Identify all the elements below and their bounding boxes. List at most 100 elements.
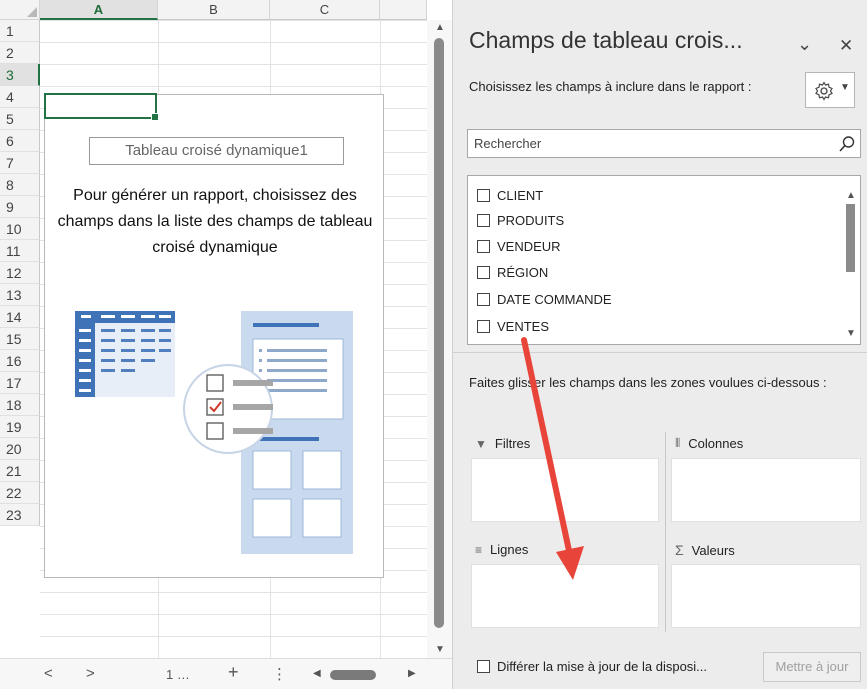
- chevron-down-icon: ▼: [840, 82, 850, 93]
- field-list: CLIENT PRODUITS VENDEUR RÉGION DATE COMM…: [467, 175, 861, 345]
- defer-update-checkbox[interactable]: [477, 660, 490, 673]
- gear-icon: [815, 81, 833, 101]
- zone-filters-title: Filtres: [494, 436, 531, 451]
- pivot-table-instructions: Pour générer un rapport, choisissez des …: [57, 187, 373, 256]
- next-sheet-button[interactable]: >: [86, 665, 95, 682]
- update-button[interactable]: Mettre à jour: [763, 652, 861, 682]
- field-item-vendeur[interactable]: VENDEUR: [477, 235, 561, 257]
- rows-icon: ≡: [475, 542, 483, 557]
- select-all-corner[interactable]: [0, 0, 40, 20]
- defer-update-option[interactable]: Différer la mise à jour de la disposi...: [477, 659, 707, 674]
- pane-title: Champs de tableau crois...: [469, 27, 743, 53]
- zone-columns-label: ⦀ Colonnes: [675, 436, 743, 451]
- row-header-22[interactable]: 22: [0, 482, 40, 504]
- field-layout-settings-button[interactable]: ▼: [805, 72, 855, 108]
- zone-columns-drop-area[interactable]: [671, 458, 861, 522]
- field-search-box[interactable]: [467, 129, 861, 158]
- field-label: PRODUITS: [497, 212, 565, 228]
- row-header-14[interactable]: 14: [0, 306, 40, 328]
- scroll-up-arrow-icon[interactable]: ▲: [846, 190, 856, 201]
- field-checkbox[interactable]: [477, 265, 490, 279]
- zone-values-label: Σ Valeurs: [675, 542, 735, 558]
- row-header-6[interactable]: 6: [0, 130, 40, 152]
- add-sheet-button[interactable]: +: [228, 662, 239, 683]
- prev-sheet-button[interactable]: <: [44, 665, 53, 682]
- row-header-8[interactable]: 8: [0, 174, 40, 196]
- search-icon[interactable]: [838, 135, 856, 153]
- field-checkbox[interactable]: [477, 292, 490, 306]
- pane-options-chevron-icon[interactable]: ⌄: [797, 34, 812, 55]
- defer-update-label: Différer la mise à jour de la disposi...: [497, 659, 708, 674]
- drag-hint-text: Faites glisser les champs dans les zones…: [469, 375, 827, 390]
- row-header-20[interactable]: 20: [0, 438, 40, 460]
- sigma-icon: Σ: [675, 542, 684, 558]
- zone-filters-label: ▼ Filtres: [475, 436, 530, 451]
- column-header-a[interactable]: A: [40, 0, 158, 20]
- row-header-12[interactable]: 12: [0, 262, 40, 284]
- row-header-23[interactable]: 23: [0, 504, 40, 526]
- zone-values-title: Valeurs: [691, 542, 735, 558]
- row-header-17[interactable]: 17: [0, 372, 40, 394]
- scroll-up-arrow-icon[interactable]: ▲: [435, 22, 445, 33]
- active-cell-a3[interactable]: [44, 93, 159, 121]
- field-checkbox[interactable]: [477, 188, 490, 202]
- tab-splitter-handle[interactable]: ⋮: [272, 665, 287, 683]
- field-item-client[interactable]: CLIENT: [477, 184, 543, 206]
- pane-subtitle: Choisissez les champs à inclure dans le …: [469, 79, 752, 94]
- sheet-tab-more-button[interactable]: 1 …: [166, 667, 190, 682]
- field-list-scrollbar[interactable]: ▲ ▼: [842, 176, 860, 344]
- pivot-illustration: [73, 309, 353, 564]
- sheet-horizontal-scroll-thumb[interactable]: [330, 670, 376, 680]
- scroll-right-arrow-icon[interactable]: ▶: [408, 668, 416, 679]
- field-label: DATE COMMANDE: [497, 291, 612, 307]
- row-header-21[interactable]: 21: [0, 460, 40, 482]
- row-header-9[interactable]: 9: [0, 196, 40, 218]
- pivot-table-placeholder[interactable]: Tableau croisé dynamique1 Pour générer u…: [44, 94, 384, 578]
- row-header-5[interactable]: 5: [0, 108, 40, 130]
- spreadsheet: A B C 1 2 3 4 5 6 7 8 9 10 11 12 13 14 15 16 17 18 19 20 21 2…: [0, 0, 452, 689]
- row-header-1[interactable]: 1: [0, 20, 40, 42]
- sheet-vertical-scrollbar[interactable]: ▲ ▼: [427, 20, 452, 658]
- scroll-down-arrow-icon[interactable]: ▼: [435, 644, 445, 655]
- row-header-13[interactable]: 13: [0, 284, 40, 306]
- field-search-input[interactable]: [468, 130, 828, 157]
- column-header-c[interactable]: C: [270, 0, 380, 20]
- column-header-d[interactable]: [380, 0, 427, 20]
- field-label: VENTES: [497, 318, 550, 334]
- row-header-19[interactable]: 19: [0, 416, 40, 438]
- pane-divider[interactable]: [453, 352, 867, 353]
- zone-rows-title: Lignes: [490, 542, 529, 557]
- scroll-down-arrow-icon[interactable]: ▼: [846, 328, 856, 339]
- zone-rows-drop-area[interactable]: [471, 564, 659, 628]
- row-header-18[interactable]: 18: [0, 394, 40, 416]
- field-item-region[interactable]: RÉGION: [477, 261, 548, 283]
- field-checkbox[interactable]: [477, 213, 490, 227]
- field-label: CLIENT: [497, 187, 544, 203]
- sheet-vertical-scroll-thumb[interactable]: [434, 38, 444, 628]
- field-item-ventes[interactable]: VENTES: [477, 315, 549, 337]
- row-header-7[interactable]: 7: [0, 152, 40, 174]
- filter-icon: ▼: [475, 436, 487, 451]
- field-item-date-commande[interactable]: DATE COMMANDE: [477, 288, 612, 310]
- row-header-11[interactable]: 11: [0, 240, 40, 262]
- field-checkbox[interactable]: [477, 319, 490, 333]
- zone-divider: [665, 432, 666, 632]
- field-item-produits[interactable]: PRODUITS: [477, 209, 564, 231]
- column-header-b[interactable]: B: [158, 0, 270, 20]
- field-list-scroll-thumb[interactable]: [846, 204, 855, 272]
- row-header-15[interactable]: 15: [0, 328, 40, 350]
- field-label: RÉGION: [497, 264, 549, 280]
- row-header-3[interactable]: 3: [0, 64, 40, 86]
- zone-columns-title: Colonnes: [688, 436, 744, 451]
- scroll-left-arrow-icon[interactable]: ◀: [313, 668, 321, 679]
- sheet-tab-bar: < > 1 … + ⋮ ◀ ▶: [0, 658, 452, 689]
- close-pane-icon[interactable]: ✕: [839, 36, 853, 56]
- zone-filters-drop-area[interactable]: [471, 458, 659, 522]
- zone-values-drop-area[interactable]: [671, 564, 861, 628]
- field-checkbox[interactable]: [477, 239, 490, 253]
- pivot-fields-pane: Champs de tableau crois... ⌄ ✕ Choisisse…: [452, 0, 867, 689]
- row-header-2[interactable]: 2: [0, 42, 40, 64]
- row-header-10[interactable]: 10: [0, 218, 40, 240]
- row-header-4[interactable]: 4: [0, 86, 40, 108]
- row-header-16[interactable]: 16: [0, 350, 40, 372]
